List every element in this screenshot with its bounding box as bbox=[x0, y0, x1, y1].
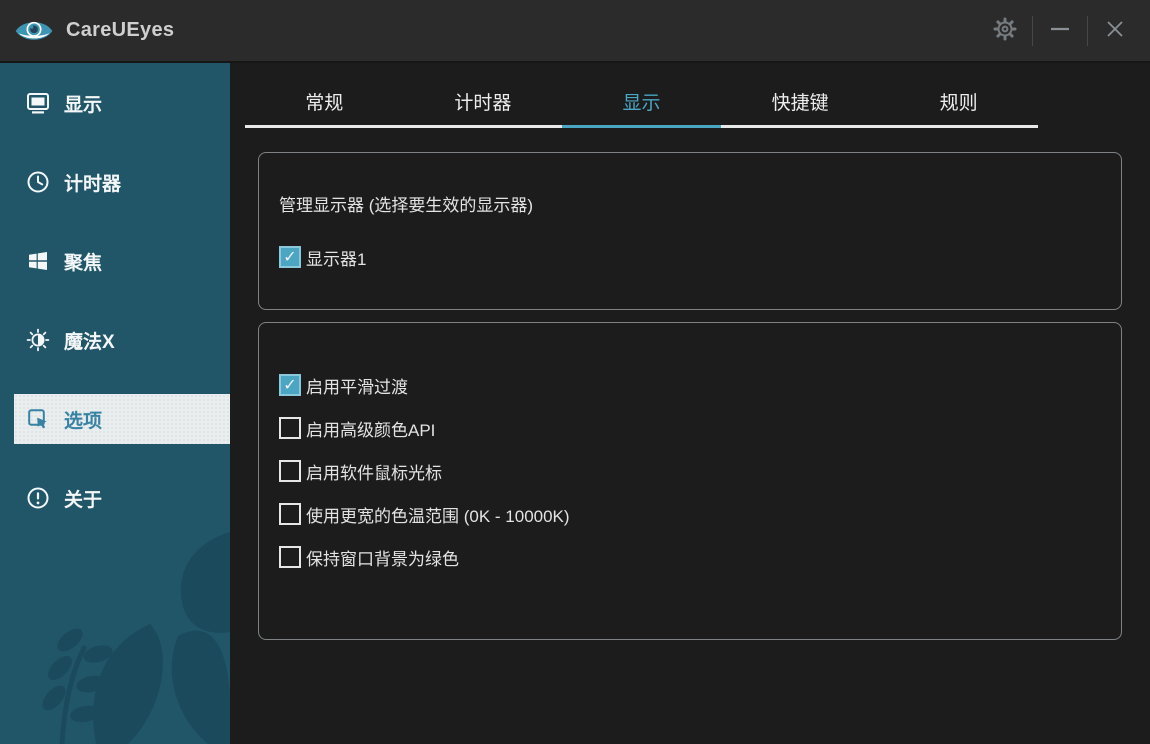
checkbox-keep-window-green[interactable] bbox=[279, 546, 301, 568]
minimize-icon bbox=[1050, 19, 1070, 42]
display-options-panel: ✓ 启用平滑过渡启用高级颜色API 启用软件鼠标光标使用更宽的色温范围 (0K - … bbox=[258, 322, 1122, 640]
options-cursor-icon bbox=[25, 407, 51, 431]
tab-underline bbox=[245, 125, 1038, 128]
settings-button[interactable] bbox=[978, 0, 1032, 61]
tab-timer[interactable]: 计时器 bbox=[404, 77, 563, 125]
app-title: CareUEyes bbox=[66, 19, 174, 42]
checkbox-wider-temp-range[interactable] bbox=[279, 503, 301, 525]
checkmark-icon: ✓ bbox=[283, 247, 296, 267]
about-icon bbox=[25, 486, 51, 510]
tab-underline-segment-timer bbox=[404, 125, 563, 128]
sidebar-items: 显示计时器聚焦魔法X 选项关于 bbox=[0, 78, 230, 523]
sidebar-item-about[interactable]: 关于 bbox=[0, 473, 230, 523]
checkbox-label: 显示器1 bbox=[306, 245, 366, 270]
checkbox-label: 启用软件鼠标光标 bbox=[306, 459, 442, 484]
checkmark-icon: ✓ bbox=[283, 375, 296, 395]
app-window: CareUEyes 显示计时器聚焦魔法X选项关于 bbox=[0, 0, 1150, 744]
sidebar-item-label: 关于 bbox=[64, 485, 102, 512]
checkbox-row-wider-temp-range[interactable]: 使用更宽的色温范围 (0K - 10000K) bbox=[279, 502, 1121, 526]
tab-general[interactable]: 常规 bbox=[245, 77, 404, 125]
tab-rules[interactable]: 规则 bbox=[879, 77, 1038, 125]
checkbox-row-software-cursor[interactable]: 启用软件鼠标光标 bbox=[279, 459, 1121, 483]
panel-heading: 管理显示器 (选择要生效的显示器) bbox=[279, 195, 1121, 217]
sidebar-item-options[interactable]: 选项 bbox=[14, 394, 230, 444]
checkbox-monitor-1[interactable]: ✓ bbox=[279, 246, 301, 268]
gear-icon bbox=[992, 16, 1018, 45]
sidebar: 显示计时器聚焦魔法X 选项关于 bbox=[0, 63, 230, 744]
sidebar-leaves-decoration bbox=[0, 524, 230, 744]
titlebar: CareUEyes bbox=[0, 0, 1150, 63]
checkbox-row-smooth-transition[interactable]: ✓ 启用平滑过渡 bbox=[279, 373, 1121, 397]
checkbox-label: 保持窗口背景为绿色 bbox=[306, 545, 459, 570]
checkbox-row-keep-window-green[interactable]: 保持窗口背景为绿色 bbox=[279, 545, 1121, 569]
close-icon bbox=[1105, 19, 1125, 42]
sidebar-item-label: 魔法X bbox=[64, 327, 115, 354]
checkbox-software-cursor[interactable] bbox=[279, 460, 301, 482]
checkbox-label: 启用高级颜色API bbox=[306, 416, 435, 441]
checkbox-label: 启用平滑过渡 bbox=[306, 373, 408, 398]
focus-windows-icon bbox=[25, 249, 51, 273]
checkbox-advanced-color-api[interactable] bbox=[279, 417, 301, 439]
sidebar-item-label: 选项 bbox=[64, 406, 102, 433]
sidebar-item-display[interactable]: 显示 bbox=[0, 78, 230, 128]
minimize-button[interactable] bbox=[1033, 0, 1087, 61]
sidebar-item-label: 聚焦 bbox=[64, 248, 102, 275]
tab-underline-segment-display bbox=[562, 125, 721, 128]
tab-bar: 常规计时器显示快捷键规则 bbox=[245, 77, 1038, 128]
tab-hotkeys[interactable]: 快捷键 bbox=[721, 77, 880, 125]
sidebar-item-timer[interactable]: 计时器 bbox=[0, 157, 230, 207]
sun-icon bbox=[25, 328, 51, 352]
tab-display[interactable]: 显示 bbox=[562, 77, 721, 125]
main-content: 常规计时器显示快捷键规则 管理显示器 (选择要生效的显示器) ✓ 显示器1 ✓ 启用平… bbox=[230, 63, 1150, 744]
tab-labels: 常规计时器显示快捷键规则 bbox=[245, 77, 1038, 125]
clock-icon bbox=[25, 170, 51, 194]
close-button[interactable] bbox=[1088, 0, 1142, 61]
titlebar-controls bbox=[978, 0, 1150, 61]
window-body: 显示计时器聚焦魔法X选项关于 常规计时器显示快捷键规则 bbox=[0, 63, 1150, 744]
sidebar-item-label: 计时器 bbox=[64, 169, 121, 196]
sidebar-item-label: 显示 bbox=[64, 90, 102, 117]
sidebar-item-focus[interactable]: 聚焦 bbox=[0, 236, 230, 286]
app-logo-eye-icon bbox=[14, 16, 54, 46]
monitor-icon bbox=[25, 91, 51, 115]
checkbox-label: 使用更宽的色温范围 (0K - 10000K) bbox=[306, 502, 570, 527]
sidebar-item-magic-x[interactable]: 魔法X bbox=[0, 315, 230, 365]
tab-underline-segment-hotkeys bbox=[721, 125, 880, 128]
checkbox-smooth-transition[interactable]: ✓ bbox=[279, 374, 301, 396]
checkbox-row-monitor-1[interactable]: ✓ 显示器1 bbox=[279, 245, 1121, 269]
tab-underline-segment-rules bbox=[879, 125, 1038, 128]
checkbox-row-advanced-color-api[interactable]: 启用高级颜色API bbox=[279, 416, 1121, 440]
tab-underline-segment-general bbox=[245, 125, 404, 128]
manage-monitors-panel: 管理显示器 (选择要生效的显示器) ✓ 显示器1 bbox=[258, 152, 1122, 310]
